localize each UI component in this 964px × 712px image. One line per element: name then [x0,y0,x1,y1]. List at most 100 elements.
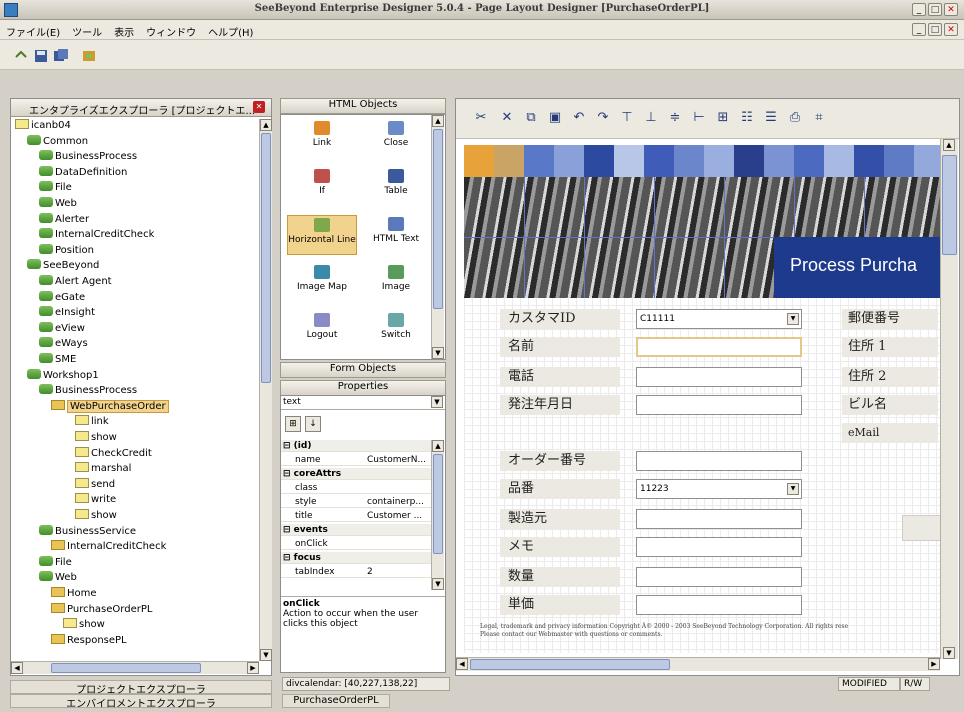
scroll-left-icon[interactable]: ◀ [11,662,23,674]
property-value[interactable]: 2 [367,566,429,578]
form-input[interactable] [636,337,802,357]
palette-item-image[interactable]: Image [361,263,431,303]
delete-icon[interactable]: ✕ [498,109,516,127]
cut-icon[interactable]: ✂ [472,109,490,127]
palette-scroll-up-icon[interactable]: ▲ [432,115,444,127]
tree-item[interactable]: BusinessProcess [39,150,137,164]
align-left-icon[interactable]: ⊢ [690,109,708,127]
design-canvas[interactable]: Process Purcha カスタマID C11111 ▼ 名前 電話 発注年月日 オーダ… [464,145,940,653]
tree-item[interactable]: DataDefinition [39,165,127,180]
menu-window[interactable]: ウィンドウ [140,20,202,39]
tree-item[interactable]: BusinessProcess [39,384,137,398]
palette-item-html-text[interactable]: HTML Text [361,215,431,255]
chevron-down-icon[interactable]: ▼ [431,396,443,408]
save-icon[interactable] [32,47,48,63]
maximize-button[interactable]: □ [928,3,942,16]
menu-help[interactable]: ヘルプ(H) [202,20,259,39]
tree-item[interactable]: show [75,509,117,523]
tab-project-explorer[interactable]: プロジェクトエクスプローラ [10,680,272,696]
props-scroll-up-icon[interactable]: ▲ [432,440,444,452]
explorer-hscrollbar[interactable]: ◀ ▶ [11,661,259,674]
tree-item[interactable]: SME [39,353,76,367]
props-vscroll-thumb[interactable] [433,454,443,554]
tree-item[interactable]: Alerter [39,212,89,227]
doc-restore-button[interactable]: _ [912,23,926,36]
property-value[interactable]: CustomerN... [367,454,429,466]
form-objects-title[interactable]: Form Objects [280,362,446,378]
form-select[interactable]: C11111 ▼ [636,309,802,329]
align-middle-icon[interactable]: ≑ [666,109,684,127]
editor-scroll-down-icon[interactable]: ▼ [943,647,955,659]
property-row[interactable]: tabIndex 2 [281,566,431,578]
tree-item[interactable]: Common [27,134,88,149]
property-row[interactable]: style containerp... [281,496,431,508]
property-row[interactable]: class [281,482,431,494]
tree-item[interactable]: Web [39,571,77,585]
tree-item[interactable]: File [39,555,72,570]
editor-scroll-up-icon[interactable]: ▲ [943,139,955,151]
tree-item[interactable]: eGate [39,290,85,305]
tree-item[interactable]: eInsight [39,306,95,320]
palette-item-horizontal-line[interactable]: Horizontal Line [287,215,357,255]
palette-scroll-down-icon[interactable]: ▼ [432,347,444,359]
minimize-button[interactable]: _ [912,3,926,16]
close-button[interactable]: ✕ [944,3,958,16]
explorer-vscroll-thumb[interactable] [261,133,271,383]
property-category[interactable]: ⊟ focus [281,552,431,564]
deploy-icon[interactable] [80,47,96,63]
palette-item-switch[interactable]: Switch [361,311,431,351]
palette-vscrollbar[interactable]: ▲ ▼ [431,115,444,359]
menu-view[interactable]: 表示 [108,20,140,39]
chevron-down-icon[interactable]: ▼ [787,313,799,325]
save-all-icon[interactable] [52,47,68,63]
editor-vscrollbar[interactable]: ▲ ▼ [940,139,958,659]
palette-item-table[interactable]: Table [361,167,431,207]
tab-environment-explorer[interactable]: エンバイロメントエクスプローラ [10,694,272,710]
palette-item-logout[interactable]: Logout [287,311,357,351]
align-top-icon[interactable]: ⊤ [618,109,636,127]
property-row[interactable]: title Customer ... [281,510,431,522]
form-select[interactable]: 11223 ▼ [636,479,802,499]
scroll-up-icon[interactable]: ▲ [260,119,272,131]
tree-item[interactable]: marshal [75,462,131,476]
editor-hscrollbar[interactable]: ◀ ▶ [456,657,940,671]
redo-icon[interactable]: ↷ [594,109,612,127]
tree-root[interactable]: icanb04 [15,119,71,133]
palette-vscroll-thumb[interactable] [433,129,443,309]
editor-hscroll-thumb[interactable] [470,659,670,670]
copy-icon[interactable]: ⧉ [522,109,540,127]
property-category[interactable]: ⊟ events [281,524,431,536]
tree-item[interactable]: show [75,431,117,445]
form-input[interactable] [636,509,802,529]
sort-alpha-icon[interactable]: ↓ [305,416,321,432]
props-scroll-down-icon[interactable]: ▼ [432,578,444,590]
contact-footer-line[interactable]: Please contact our Webmaster with questi… [480,631,940,639]
form-input[interactable] [636,367,802,387]
property-category[interactable]: ⊟ (id) [281,440,431,452]
paste-icon[interactable]: ▣ [546,109,564,127]
palette-item-close[interactable]: Close [361,119,431,159]
tree-item[interactable]: SeeBeyond [27,259,99,273]
doc-maximize-button[interactable]: □ [928,23,942,36]
menu-file[interactable]: ファイル(E) [0,20,66,39]
legal-footer-line[interactable]: Legal, trademark and privacy information… [480,623,940,631]
form-input[interactable] [636,451,802,471]
tab-purchaseorderpl[interactable]: PurchaseOrderPL [282,694,390,708]
tree-item[interactable]: show [63,618,105,632]
tree-item[interactable]: PurchaseOrderPL [51,602,152,617]
tree-item[interactable]: ResponsePL [51,633,127,648]
undo-icon[interactable]: ↶ [570,109,588,127]
tree-item[interactable]: eWays [39,337,88,351]
properties-icon[interactable]: ⌗ [810,109,828,127]
preview-icon[interactable]: ⎙ [786,109,804,127]
tree-item[interactable]: Position [39,243,94,258]
submit-placeholder[interactable] [902,515,940,541]
tree-item[interactable]: Alert Agent [39,275,112,289]
editor-scroll-right-icon[interactable]: ▶ [928,658,940,670]
group-icon[interactable]: ☷ [738,109,756,127]
tree-item[interactable]: eView [39,321,85,336]
tree-item[interactable]: send [75,477,115,492]
align-center-icon[interactable]: ⊞ [714,109,732,127]
palette-item-image-map[interactable]: Image Map [287,263,357,303]
property-value[interactable]: Customer ... [367,510,429,522]
